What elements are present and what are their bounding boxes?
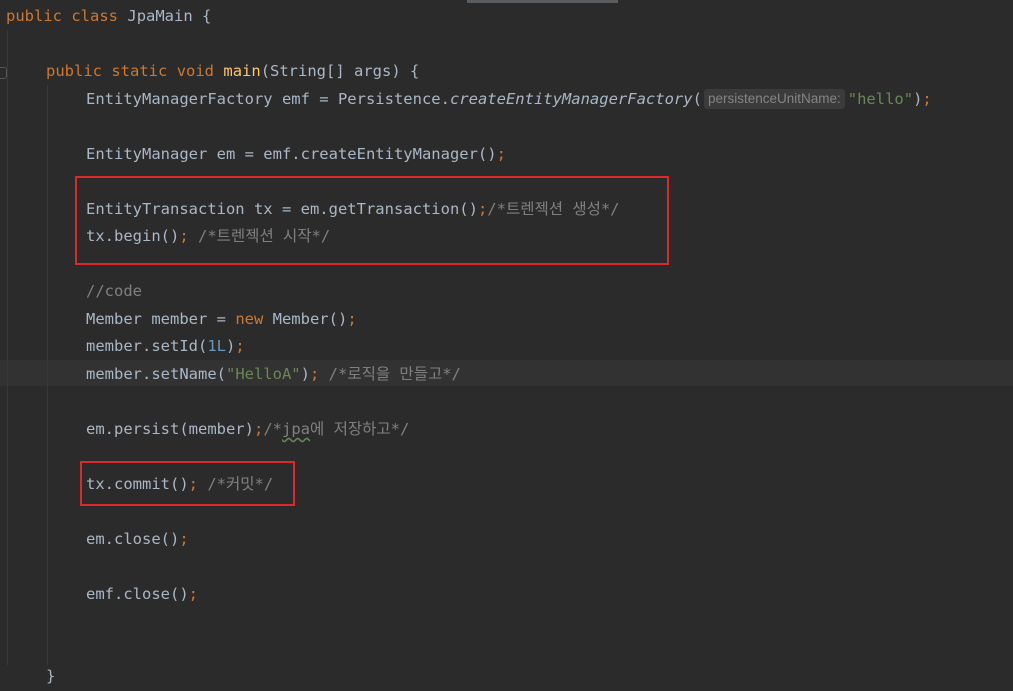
static-method-call: createEntityManagerFactory	[449, 90, 693, 108]
indent-guide	[7, 30, 8, 665]
semicolon: ;	[253, 420, 264, 438]
typo-squiggle-word[interactable]: jpa	[282, 420, 310, 438]
keyword: new	[235, 310, 264, 328]
semicolon: ;	[922, 90, 932, 108]
code-text: Member member =	[86, 310, 236, 328]
keyword: void	[176, 62, 215, 80]
string-literal: "HelloA"	[225, 365, 301, 383]
keyword: public	[6, 7, 62, 25]
brace: {	[202, 7, 212, 25]
semicolon: ;	[309, 365, 320, 383]
code-text: EntityManagerFactory emf = Persistence.	[86, 90, 450, 108]
parameter-hint: persistenceUnitName:	[703, 89, 845, 109]
code-line-comment[interactable]: //code	[86, 279, 142, 303]
code-text: Member()	[263, 310, 348, 328]
code-line-emf-close[interactable]: emf.close();	[86, 582, 198, 606]
code-line-em[interactable]: EntityManager em = emf.createEntityManag…	[86, 142, 506, 166]
code-text: member.setName(	[86, 365, 226, 383]
annotation-box-transaction	[75, 176, 669, 265]
code-line-set-id[interactable]: member.setId(1L);	[86, 334, 245, 358]
class-name: JpaMain	[127, 7, 193, 25]
code-text: em.persist(member)	[86, 420, 254, 438]
paren: (	[692, 90, 702, 108]
method-name: main	[223, 62, 261, 80]
annotation-box-commit	[80, 461, 295, 506]
code-line-main-decl[interactable]: public static void main(String[] args) {	[46, 59, 419, 83]
method-params: (String[] args) {	[260, 62, 420, 80]
semicolon: ;	[347, 310, 357, 328]
indent-guide	[47, 85, 48, 665]
comment: 에 저장하고*/	[310, 420, 410, 438]
code-text: member.setId(	[86, 337, 208, 355]
code-line-emf[interactable]: EntityManagerFactory emf = Persistence.c…	[86, 87, 932, 111]
keyword: class	[71, 7, 119, 25]
number-literal: 1L	[207, 337, 226, 355]
keyword: static	[111, 62, 168, 80]
code-text: )	[226, 337, 236, 355]
comment: /*	[263, 420, 282, 438]
code-line-close-brace[interactable]: }	[46, 664, 55, 688]
comment: /*로직을 만들고*/	[319, 365, 461, 383]
comment: //code	[86, 282, 142, 300]
string-literal: "hello"	[847, 90, 914, 108]
code-text: )	[300, 365, 310, 383]
fold-marker-icon[interactable]	[0, 67, 7, 79]
horizontal-scrollbar-thumb[interactable]	[467, 0, 618, 3]
semicolon: ;	[179, 530, 189, 548]
brace: }	[46, 667, 56, 685]
keyword: public	[46, 62, 102, 80]
semicolon: ;	[496, 145, 506, 163]
code-line-new-member[interactable]: Member member = new Member();	[86, 307, 357, 331]
semicolon: ;	[235, 337, 245, 355]
code-line-persist[interactable]: em.persist(member);/*jpa에 저장하고*/	[86, 417, 409, 441]
code-text: em.close()	[86, 530, 180, 548]
code-line-set-name[interactable]: member.setName("HelloA"); /*로직을 만들고*/	[86, 362, 461, 386]
code-editor[interactable]: public class JpaMain { public static voi…	[0, 0, 1013, 691]
semicolon: ;	[188, 585, 198, 603]
code-line-class-decl[interactable]: public class JpaMain {	[6, 4, 211, 28]
code-text: emf.close()	[86, 585, 189, 603]
code-line-em-close[interactable]: em.close();	[86, 527, 189, 551]
code-text: EntityManager em = emf.createEntityManag…	[86, 145, 497, 163]
